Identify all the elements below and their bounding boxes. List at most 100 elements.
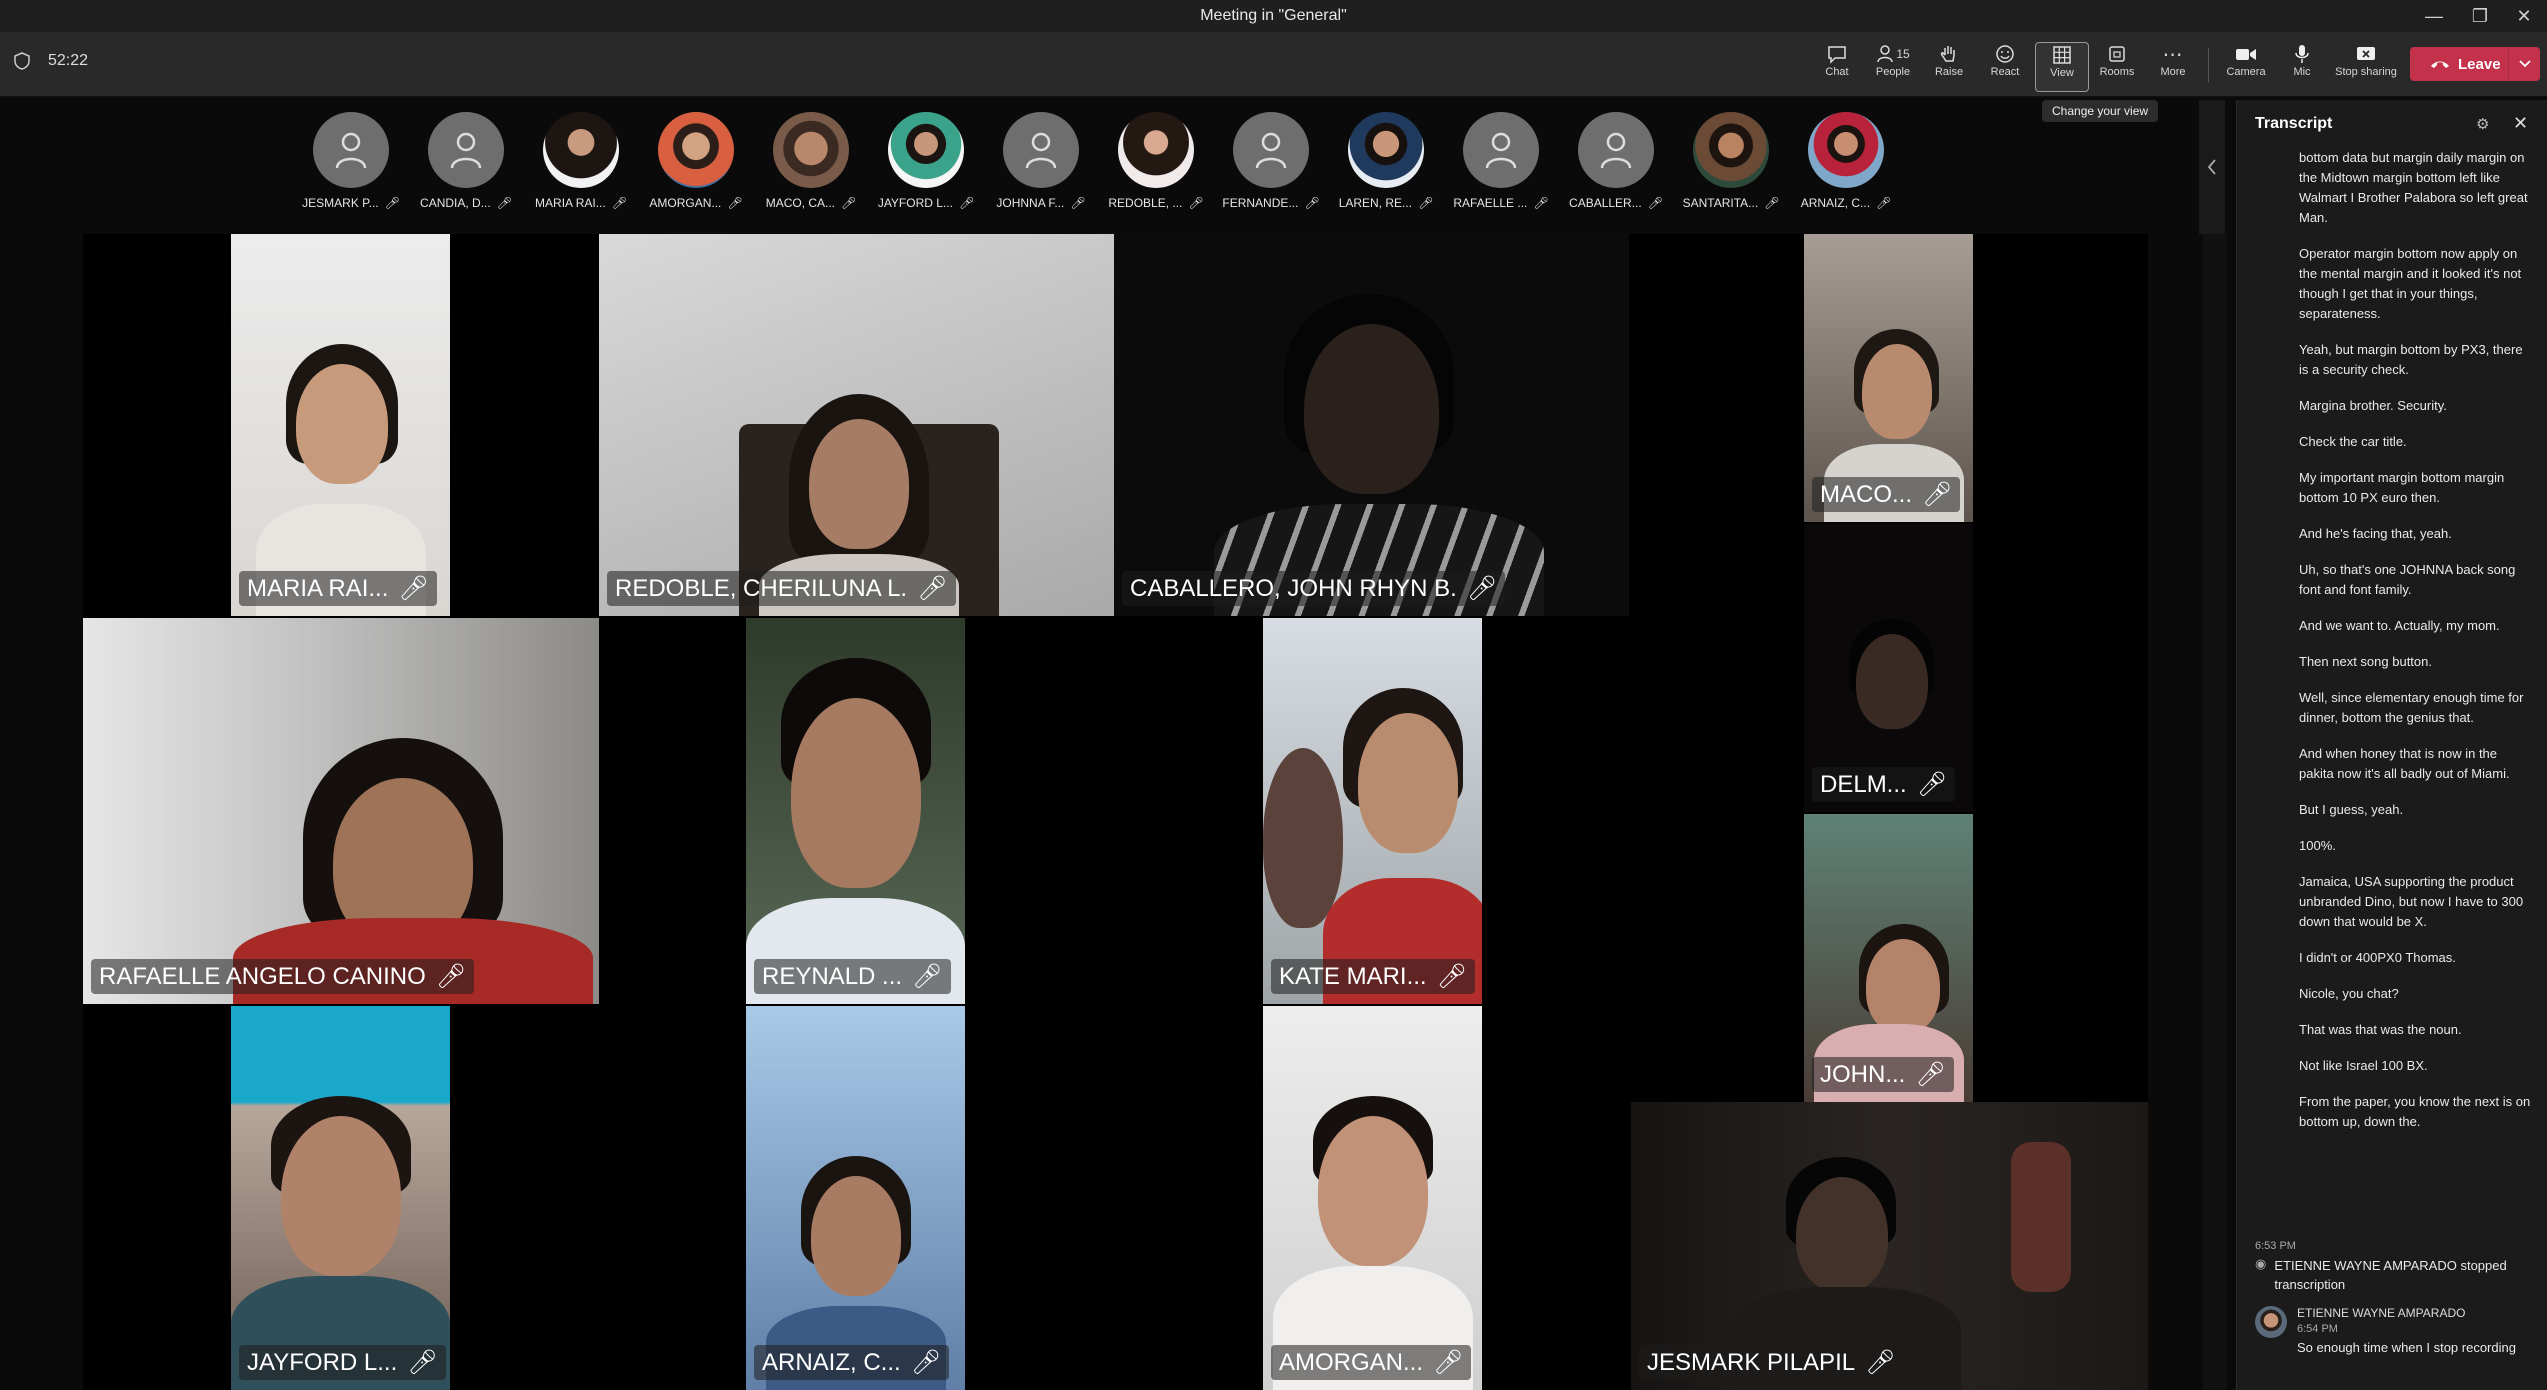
transcript-entry: Jamaica, USA supporting the product unbr… (2299, 874, 2524, 929)
transcript-entry: That was that was the noun. (2299, 1022, 2462, 1037)
minimize-icon[interactable]: — (2411, 0, 2457, 32)
attendee[interactable]: JAYFORD L... 🎤︎ (876, 112, 976, 210)
transcript-entry: Margina brother. Security. (2299, 398, 2447, 413)
event-timestamp: 6:53 PM (2255, 1240, 2296, 1252)
chat-button[interactable]: Chat (1811, 42, 1863, 90)
tile-name-label: KATE MARI... 🎤︎ (1271, 959, 1476, 994)
transcript-entry: 100%. (2299, 838, 2336, 853)
attendee[interactable]: REDOBLE, ... 🎤︎ (1106, 112, 1206, 210)
raise-hand-button[interactable]: Raise (1923, 42, 1975, 90)
timer-text: 52:22 (48, 52, 89, 69)
mic-muted-icon: 🎤︎ (1647, 196, 1663, 210)
face-shape (809, 419, 909, 549)
avatar (2255, 1306, 2287, 1338)
attendee[interactable]: ARNAIZ, C... 🎤︎ (1796, 112, 1896, 210)
transcript-panel: Transcript ⚙ ✕ bottom data but margin da… (2236, 100, 2547, 1390)
mic-muted-icon: 🎤︎ (407, 1349, 438, 1376)
view-button[interactable]: View (2035, 42, 2089, 92)
attendee[interactable]: JESMARK P... 🎤︎ (301, 112, 401, 210)
title-bar: Meeting in "General" — ❐ ✕ (0, 0, 2547, 32)
mic-icon (2295, 45, 2309, 63)
video-tile[interactable]: KATE MARI... 🎤︎ (1263, 618, 1482, 1004)
view-tooltip: Change your view (2042, 100, 2159, 122)
attendee[interactable]: MACO, CA... 🎤︎ (761, 112, 861, 210)
face-shape (281, 1116, 401, 1276)
leave-button[interactable]: Leave (2410, 47, 2540, 81)
mic-button[interactable]: Mic (2276, 42, 2328, 90)
mic-muted-icon: 🎤︎ (1876, 196, 1892, 210)
video-tile[interactable]: MARIA RAI... 🎤︎ (231, 234, 450, 616)
close-window-icon[interactable]: ✕ (2501, 0, 2547, 32)
grid-scrollbar[interactable] (2203, 234, 2227, 1390)
attendee[interactable]: LAREN, RE... 🎤︎ (1336, 112, 1436, 210)
attendee[interactable]: FERNANDE... 🎤︎ (1221, 112, 1321, 210)
chevron-down-icon (2519, 60, 2531, 68)
people-button[interactable]: 15 People (1867, 42, 1919, 90)
curtain-shape (2011, 1142, 2071, 1292)
transcript-entry: bottom data but margin daily margin on t… (2299, 150, 2528, 225)
video-tile[interactable]: RAFAELLE ANGELO CANINO 🎤︎ (83, 618, 599, 1004)
attendee[interactable]: SANTARITA... 🎤︎ (1681, 112, 1781, 210)
rooms-button[interactable]: Rooms (2091, 42, 2143, 90)
video-tile[interactable]: ARNAIZ, C... 🎤︎ (746, 1006, 965, 1390)
restore-icon[interactable]: ❐ (2457, 0, 2503, 32)
avatar-placeholder (1233, 112, 1309, 188)
video-tile[interactable]: MACO... 🎤︎ (1804, 234, 1973, 522)
mic-muted-icon: 🎤︎ (1070, 196, 1086, 210)
face-shape (1796, 1177, 1888, 1292)
face-shape (296, 364, 388, 484)
transcript-entries: bottom data but margin daily margin on t… (2299, 148, 2531, 1148)
transcript-message: ETIENNE WAYNE AMPARADO 6:54 PM So enough… (2255, 1306, 2535, 1357)
collapse-strip-button[interactable] (2199, 100, 2225, 234)
video-tile[interactable]: AMORGAN... 🎤︎ (1263, 1006, 1482, 1390)
video-tile[interactable]: CABALLERO, JOHN RHYN B. 🎤︎ (1114, 234, 1629, 616)
tile-name-label: JESMARK PILAPIL 🎤︎ (1639, 1345, 1904, 1380)
leave-options-chevron[interactable] (2508, 47, 2540, 81)
video-tile[interactable]: JAYFORD L... 🎤︎ (231, 1006, 450, 1390)
transcript-title: Transcript (2255, 115, 2333, 132)
video-tile[interactable]: DELM... 🎤︎ (1804, 524, 1973, 812)
face-shape (1318, 1116, 1428, 1266)
mic-muted-icon: 🎤︎ (1436, 963, 1468, 990)
stop-sharing-button[interactable]: Stop sharing (2333, 42, 2399, 90)
face-shape (1862, 344, 1932, 439)
transcript-entry: I didn't or 400PX0 Thomas. (2299, 950, 2456, 965)
video-tile[interactable]: REYNALD ... 🎤︎ (746, 618, 965, 1004)
react-button[interactable]: React (1979, 42, 2031, 90)
tile-name-label: AMORGAN... 🎤︎ (1271, 1345, 1472, 1380)
attendee[interactable]: RAFAELLE ... 🎤︎ (1451, 112, 1551, 210)
video-tile[interactable]: JESMARK PILAPIL 🎤︎ (1631, 1102, 2148, 1390)
attendee[interactable]: CABALLER... 🎤︎ (1566, 112, 1666, 210)
message-time: 6:54 PM (2297, 1323, 2338, 1335)
video-tile[interactable]: JOHN... 🎤︎ (1804, 814, 1973, 1102)
transcript-entry: And he's facing that, yeah. (2299, 526, 2452, 541)
transcript-entry: Then next song button. (2299, 654, 2432, 669)
transcript-header: Transcript ⚙ ✕ (2237, 100, 2547, 148)
attendee[interactable]: AMORGAN... 🎤︎ (646, 112, 746, 210)
transcript-entry: Uh, so that's one JOHNNA back song font … (2299, 562, 2516, 597)
close-panel-icon[interactable]: ✕ (2513, 113, 2528, 134)
transcript-entry: And we want to. Actually, my mom. (2299, 618, 2500, 633)
mic-muted-icon: 🎤︎ (1304, 196, 1320, 210)
attendee[interactable]: CANDIA, D... 🎤︎ (416, 112, 516, 210)
avatar-placeholder (428, 112, 504, 188)
camera-button[interactable]: Camera (2220, 42, 2272, 90)
avatar-photo (658, 112, 734, 188)
transcript-entry: Nicole, you chat? (2299, 986, 2399, 1001)
mic-muted-icon: 🎤︎ (1764, 196, 1780, 210)
transcript-entry: But I guess, yeah. (2299, 802, 2404, 817)
mic-muted-icon: 🎤︎ (384, 196, 400, 210)
attendee[interactable]: MARIA RAI... 🎤︎ (531, 112, 631, 210)
settings-gear-icon[interactable]: ⚙ (2476, 115, 2489, 133)
face-shape (1304, 324, 1439, 494)
person-icon (450, 132, 482, 169)
video-tile[interactable]: REDOBLE, CHERILUNA L. 🎤︎ (599, 234, 1114, 616)
more-button[interactable]: ⋯ More (2147, 42, 2199, 90)
mic-muted-icon: 🎤︎ (727, 196, 743, 210)
mic-muted-icon: 🎤︎ (1865, 1349, 1896, 1376)
avatar-photo (1118, 112, 1194, 188)
attendee[interactable]: JOHNNA F... 🎤︎ (991, 112, 1091, 210)
mic-muted-icon: 🎤︎ (958, 196, 975, 210)
avatar-photo (773, 112, 849, 188)
chat-icon (1828, 46, 1846, 64)
